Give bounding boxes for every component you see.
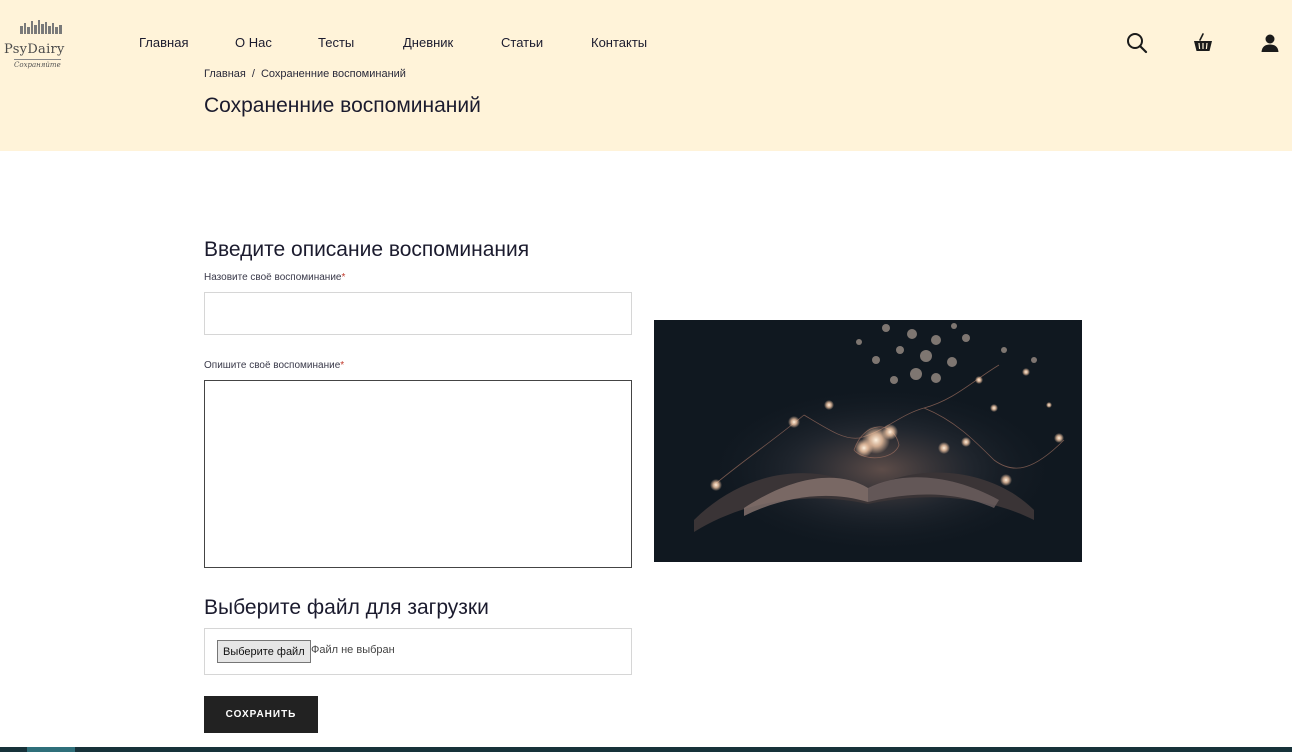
breadcrumb-current: Сохраненние воспоминаний [260, 68, 406, 80]
footer-bar [0, 747, 1292, 752]
file-upload-field: Выберите файл Файл не выбран [204, 628, 632, 675]
nav-item-about[interactable]: О Нас [235, 35, 272, 50]
name-field-label: Назовите своё воспоминание* [204, 272, 345, 283]
upload-section-title: Выберите файл для загрузки [204, 596, 489, 619]
required-mark: * [341, 272, 346, 283]
brand-name: PsyDairy [4, 42, 65, 57]
nav-item-home[interactable]: Главная [139, 35, 188, 50]
memory-name-input[interactable] [204, 292, 632, 335]
book-fairy-lights-photo [654, 320, 1082, 562]
file-status: Файл не выбран [311, 644, 395, 656]
site-logo[interactable]: PsyDairy Сохраняйте [2, 18, 78, 72]
required-mark: * [340, 360, 345, 371]
name-label-text: Назовите своё воспоминание [204, 272, 342, 283]
choose-file-button[interactable]: Выберите файл [217, 640, 311, 663]
description-field-label: Опишите своё воспоминание* [204, 360, 344, 371]
nav-item-tests[interactable]: Тесты [318, 35, 354, 50]
breadcrumb-separator: / [251, 68, 255, 80]
page-title: Сохраненние воспоминаний [204, 94, 481, 117]
form-section-title: Введите описание воспоминания [204, 238, 530, 261]
nav-item-diary[interactable]: Дневник [403, 35, 453, 50]
save-button[interactable]: СОХРАНИТЬ [204, 696, 318, 733]
search-icon[interactable] [1126, 32, 1148, 54]
brand-tagline: Сохраняйте [14, 59, 61, 69]
breadcrumb: Главная / Сохраненние воспоминаний [204, 68, 406, 80]
nav-item-contacts[interactable]: Контакты [591, 35, 647, 50]
description-label-text: Опишите своё воспоминание [204, 360, 341, 371]
user-icon[interactable] [1259, 32, 1281, 54]
nav-item-articles[interactable]: Статьи [501, 35, 543, 50]
footer-accent [27, 747, 75, 752]
memory-description-textarea[interactable] [204, 380, 632, 568]
basket-icon[interactable] [1192, 32, 1214, 54]
page-hero [0, 0, 1292, 151]
breadcrumb-home[interactable]: Главная [204, 68, 246, 80]
skyline-logo-icon [20, 20, 62, 34]
